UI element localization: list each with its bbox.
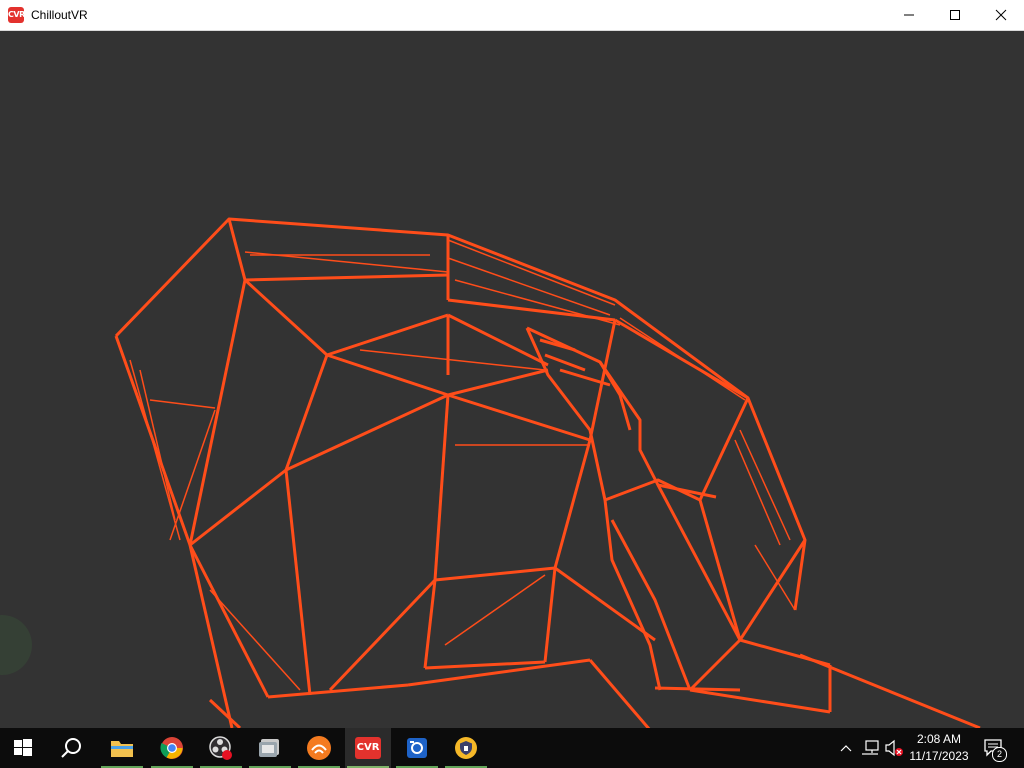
action-center-button[interactable]: 2 — [982, 738, 1007, 762]
chrome-icon — [160, 737, 183, 759]
green-glow — [0, 615, 32, 675]
shield-icon — [455, 737, 477, 759]
network-button[interactable] — [860, 738, 880, 758]
game-viewport[interactable] — [0, 31, 1024, 728]
network-icon — [862, 740, 879, 755]
wireframe-mesh — [114, 217, 981, 728]
app-icon — [259, 739, 279, 757]
search-button[interactable] — [48, 728, 94, 768]
taskbar-orange-app[interactable] — [296, 728, 342, 768]
window-title: ChilloutVR — [31, 8, 88, 22]
show-hidden-icons-button[interactable] — [836, 738, 856, 758]
windows-logo-icon — [14, 739, 32, 756]
close-icon — [995, 9, 1007, 21]
start-button[interactable] — [0, 728, 46, 768]
obs-icon — [209, 736, 232, 760]
taskbar-chilloutvr[interactable]: CVR — [345, 728, 391, 768]
taskbar-clock[interactable]: 2:08 AM 11/17/2023 — [904, 731, 974, 765]
capture-icon — [407, 738, 427, 758]
taskbar-chrome[interactable] — [149, 728, 195, 768]
maximize-icon — [950, 10, 960, 20]
volume-muted-icon — [885, 739, 903, 757]
close-button[interactable] — [978, 0, 1024, 30]
taskbar: CVR 2:08 AM 11/17/2023 2 — [0, 728, 1024, 768]
taskbar-obs[interactable] — [198, 728, 244, 768]
folder-icon — [111, 741, 133, 757]
minimize-button[interactable] — [886, 0, 932, 30]
cvr-icon: CVR — [355, 737, 381, 759]
clock-time: 2:08 AM — [916, 732, 962, 746]
taskbar-vpn[interactable] — [443, 728, 489, 768]
wireframe-scene — [0, 217, 981, 728]
orange-app-icon — [307, 736, 331, 760]
taskbar-screen-capture[interactable] — [394, 728, 440, 768]
taskbar-app[interactable] — [247, 728, 293, 768]
search-icon — [61, 738, 81, 758]
taskbar-file-explorer[interactable] — [99, 728, 145, 768]
title-bar: CVR ChilloutVR — [0, 0, 1024, 31]
minimize-icon — [904, 14, 914, 16]
volume-button[interactable] — [884, 738, 904, 758]
chevron-up-icon — [840, 745, 852, 752]
notification-count-badge: 2 — [992, 747, 1007, 762]
app-icon: CVR — [8, 7, 25, 23]
clock-date: 11/17/2023 — [909, 749, 969, 763]
maximize-button[interactable] — [932, 0, 978, 30]
